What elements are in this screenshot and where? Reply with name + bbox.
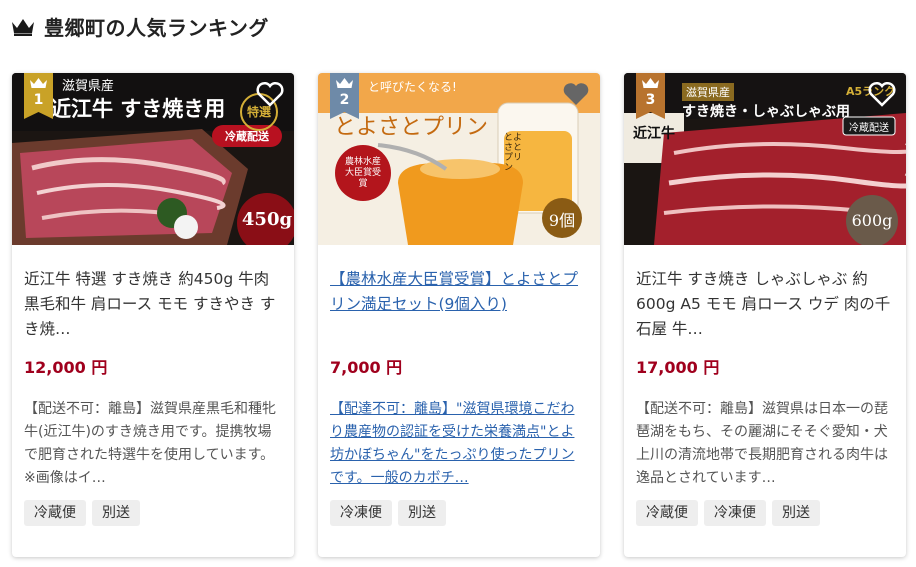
product-image[interactable]: 滋賀県産 近江牛 すき焼き用 特選 冷蔵配送 450g 1: [12, 73, 294, 245]
ranking-card-3[interactable]: 滋賀県産 すき焼き・しゃぶしゃぶ用 A5ランク 冷蔵配送 近江牛 600g 3 …: [624, 73, 906, 557]
product-image[interactable]: 滋賀県産 すき焼き・しゃぶしゃぶ用 A5ランク 冷蔵配送 近江牛 600g 3: [624, 73, 906, 245]
product-price: 12,000 円: [24, 358, 108, 377]
tag-reitou: 冷凍便: [704, 500, 766, 526]
ranking-card-1[interactable]: 滋賀県産 近江牛 すき焼き用 特選 冷蔵配送 450g 1 近江牛 特選 すき焼…: [12, 73, 294, 557]
reizou-label: 冷蔵配送: [849, 123, 889, 134]
image-prefix: 滋賀県産: [62, 79, 115, 94]
award-seal: 農林水産大臣賞受賞: [344, 157, 381, 189]
tag-list: 冷蔵便 別送: [24, 500, 282, 526]
heart-icon[interactable]: [562, 81, 590, 107]
tag-reitou: 冷凍便: [330, 500, 392, 526]
heart-icon[interactable]: [256, 81, 284, 107]
tag-list: 冷蔵便 冷凍便 別送: [636, 500, 894, 526]
product-title[interactable]: 【農林水産大臣賞受賞】とよさとプリン満足セット(9個入り): [330, 267, 588, 342]
ranking-card-2[interactable]: と呼びたくなる! とよさとプリン 農林水産大臣賞受賞 とよさとプリン 9個 2 …: [318, 73, 600, 557]
reizou-label: 冷蔵配送: [225, 130, 269, 143]
card-body: 【農林水産大臣賞受賞】とよさとプリン満足セット(9個入り) 7,000 円 【配…: [330, 245, 588, 526]
image-headline: すき焼き・しゃぶしゃぶ用: [682, 104, 850, 120]
jar-label: とよさとプリン: [504, 133, 523, 173]
count-label: 9個: [548, 211, 576, 230]
product-description[interactable]: 【配達不可：離島】"滋賀県環境こだわり農産物の認証を受けた栄養満点"とよ坊かぼち…: [330, 398, 588, 490]
card-body: 近江牛 すき焼き しゃぶしゃぶ 約600g A5 モモ 肩ロース ウデ 肉の千石…: [636, 245, 894, 526]
weight-label: 450g: [241, 209, 293, 230]
product-description: 【配送不可：離島】滋賀県産黒毛和種牝牛(近江牛)のすき焼き用です。提携牧場で肥育…: [24, 401, 276, 486]
ranking-heading: 豊郷町の人気ランキング: [10, 10, 269, 42]
tag-besso: 別送: [92, 500, 140, 526]
ranking-title: 豊郷町の人気ランキング: [44, 15, 269, 40]
rank-number: 2: [339, 92, 350, 108]
card-body: 近江牛 特選 すき焼き 約450g 牛肉 黒毛和牛 肩ロース モモ すきやき す…: [24, 245, 282, 526]
product-title[interactable]: 近江牛 すき焼き しゃぶしゃぶ 約600g A5 モモ 肩ロース ウデ 肉の千石…: [636, 267, 894, 342]
rank-number: 3: [645, 92, 656, 108]
tag-reizou: 冷蔵便: [24, 500, 86, 526]
product-title[interactable]: 近江牛 特選 すき焼き 約450g 牛肉 黒毛和牛 肩ロース モモ すきやき す…: [24, 267, 282, 342]
weight-label: 600g: [851, 211, 893, 230]
brand-stamp: 近江牛: [633, 126, 675, 142]
product-price: 7,000 円: [330, 358, 403, 377]
image-headline: 近江牛 すき焼き用: [50, 97, 226, 121]
product-image[interactable]: と呼びたくなる! とよさとプリン 農林水産大臣賞受賞 とよさとプリン 9個 2: [318, 73, 600, 245]
crown-icon: [12, 19, 34, 36]
product-price: 17,000 円: [636, 358, 720, 377]
heart-icon[interactable]: [868, 81, 896, 107]
tag-reizou: 冷蔵便: [636, 500, 698, 526]
tag-list: 冷凍便 別送: [330, 500, 588, 526]
rank-number: 1: [33, 92, 44, 108]
product-description: 【配送不可：離島】滋賀県は日本一の琵琶湖をもち、その麗湖にそそぐ愛知・犬上川の清…: [636, 401, 888, 486]
tag-besso: 別送: [398, 500, 446, 526]
tag-besso: 別送: [772, 500, 820, 526]
image-prefix: 滋賀県産: [682, 83, 734, 101]
image-tagline: と呼びたくなる!: [368, 80, 457, 94]
